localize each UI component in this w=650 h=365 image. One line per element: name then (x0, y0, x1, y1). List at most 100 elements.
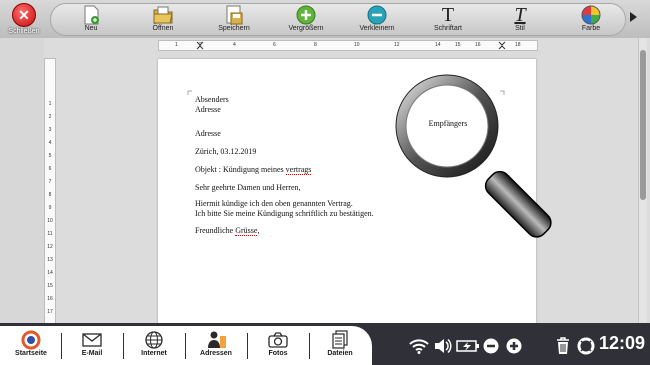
ruler-number: 12 (47, 244, 53, 250)
color-palette-icon (581, 5, 601, 25)
battery-button[interactable] (456, 333, 480, 359)
new-label: Neu (84, 25, 98, 32)
zoom-in-label: Vergrößern (288, 25, 324, 32)
trash-icon (557, 337, 569, 354)
brightness-up-button[interactable] (505, 333, 523, 359)
save-label: Speichern (218, 25, 250, 32)
help-button[interactable] (576, 333, 596, 359)
scrollbar-thumb[interactable] (640, 50, 646, 200)
app-separator (123, 333, 124, 359)
scroll-right-icon[interactable] (628, 10, 638, 24)
app-separator (247, 333, 248, 359)
app-internet-label: Internet (141, 350, 167, 357)
zoom-in-button[interactable]: Vergrößern (271, 5, 341, 35)
ruler-number: 3 (48, 127, 52, 133)
wifi-button[interactable] (408, 333, 430, 359)
email-icon (82, 333, 102, 347)
close-label: Schließen (8, 28, 40, 35)
app-dateien-label: Dateien (327, 350, 353, 357)
tool-strip: Neu Öffnen Speichern Vergrößern Verklein… (50, 3, 626, 36)
battery-icon (456, 340, 479, 352)
font-button[interactable]: T Schriftart (413, 3, 483, 35)
ruler-number: 17 (47, 309, 53, 315)
clock: 12:09 (599, 333, 646, 353)
new-button[interactable]: Neu (56, 5, 126, 35)
zoom-in-icon (296, 5, 316, 25)
ruler-number: 4 (233, 42, 236, 48)
app-fotos[interactable]: Fotos (249, 330, 307, 364)
home-logo-icon (21, 330, 41, 350)
ruler-number: 2 (199, 42, 202, 48)
ruler-number: 8 (314, 42, 317, 48)
app-dateien[interactable]: Dateien (311, 330, 369, 364)
ruler-number: 14 (47, 270, 53, 276)
ruler-number: 16 (475, 42, 481, 48)
app-separator (185, 333, 186, 359)
close-button[interactable]: ✕ Schließen (2, 3, 46, 37)
app-startseite[interactable]: Startseite (2, 330, 60, 364)
ruler-number: 4 (48, 140, 52, 146)
font-label: Schriftart (433, 25, 462, 32)
magnifier-text: Empfängers (428, 119, 468, 128)
style-button[interactable]: T Stil (485, 3, 555, 35)
ruler-number: 8 (48, 192, 52, 198)
night-mode-icon (532, 339, 544, 353)
globe-icon (145, 331, 163, 349)
minus-icon (483, 338, 499, 354)
vertical-scrollbar[interactable] (638, 38, 647, 323)
app-adressen[interactable]: Adressen (187, 330, 245, 364)
font-icon: T (441, 3, 455, 26)
ruler-number: 2 (48, 114, 52, 120)
help-lifebuoy-icon (577, 337, 595, 355)
ruler-number: 1 (48, 101, 52, 107)
horizontal-ruler: 1 2 4 6 8 10 12 14 15 16 18 (158, 40, 538, 51)
ruler-number: 1 (175, 42, 178, 48)
ruler-number: 14 (435, 42, 441, 48)
app-separator (309, 333, 310, 359)
save-document-icon (226, 5, 243, 25)
ruler-number: 12 (394, 42, 400, 48)
top-toolbar: ✕ Schließen Neu Öffnen Speichern Vergröß… (0, 0, 650, 38)
app-email-label: E-Mail (81, 350, 103, 357)
volume-button[interactable] (433, 333, 455, 359)
wifi-icon (409, 339, 429, 354)
color-button[interactable]: Farbe (556, 5, 626, 35)
app-internet[interactable]: Internet (125, 330, 183, 364)
zoom-out-button[interactable]: Verkleinern (342, 5, 412, 35)
files-icon (332, 330, 348, 349)
camera-icon (268, 332, 288, 348)
close-icon: ✕ (12, 3, 36, 27)
color-label: Farbe (581, 25, 601, 32)
new-document-icon (84, 5, 99, 25)
ruler-number: 5 (48, 153, 52, 159)
night-mode-button[interactable] (530, 333, 548, 359)
open-label: Öffnen (152, 25, 174, 32)
magnifier-icon[interactable] (386, 72, 561, 247)
app-startseite-label: Startseite (15, 350, 47, 357)
trash-button[interactable] (554, 333, 572, 359)
zoom-out-icon (367, 5, 387, 25)
ruler-number: 16 (47, 296, 53, 302)
style-icon: T (514, 3, 526, 26)
ruler-number: 6 (48, 166, 52, 172)
ruler-number: 6 (273, 42, 276, 48)
save-button[interactable]: Speichern (199, 5, 269, 35)
ruler-number: 15 (455, 42, 461, 48)
left-margin-area (0, 38, 44, 323)
open-folder-icon (153, 6, 173, 24)
app-email[interactable]: E-Mail (63, 330, 121, 364)
ruler-number: 15 (47, 283, 53, 289)
app-fotos-label: Fotos (268, 350, 288, 357)
vertical-ruler: 1 2 3 4 5 6 7 8 9 10 11 12 13 14 15 16 17 (44, 58, 56, 325)
ruler-number: 11 (47, 231, 53, 237)
ruler-number: 7 (48, 179, 52, 185)
contacts-icon (208, 331, 226, 348)
open-button[interactable]: Öffnen (128, 5, 198, 35)
plus-icon (506, 338, 522, 354)
brightness-down-button[interactable] (482, 333, 500, 359)
style-label: Stil (515, 25, 525, 32)
ruler-number: 9 (48, 205, 52, 211)
ruler-number: 10 (47, 218, 53, 224)
app-adressen-label: Adressen (200, 350, 232, 357)
ruler-number: 13 (47, 257, 53, 263)
